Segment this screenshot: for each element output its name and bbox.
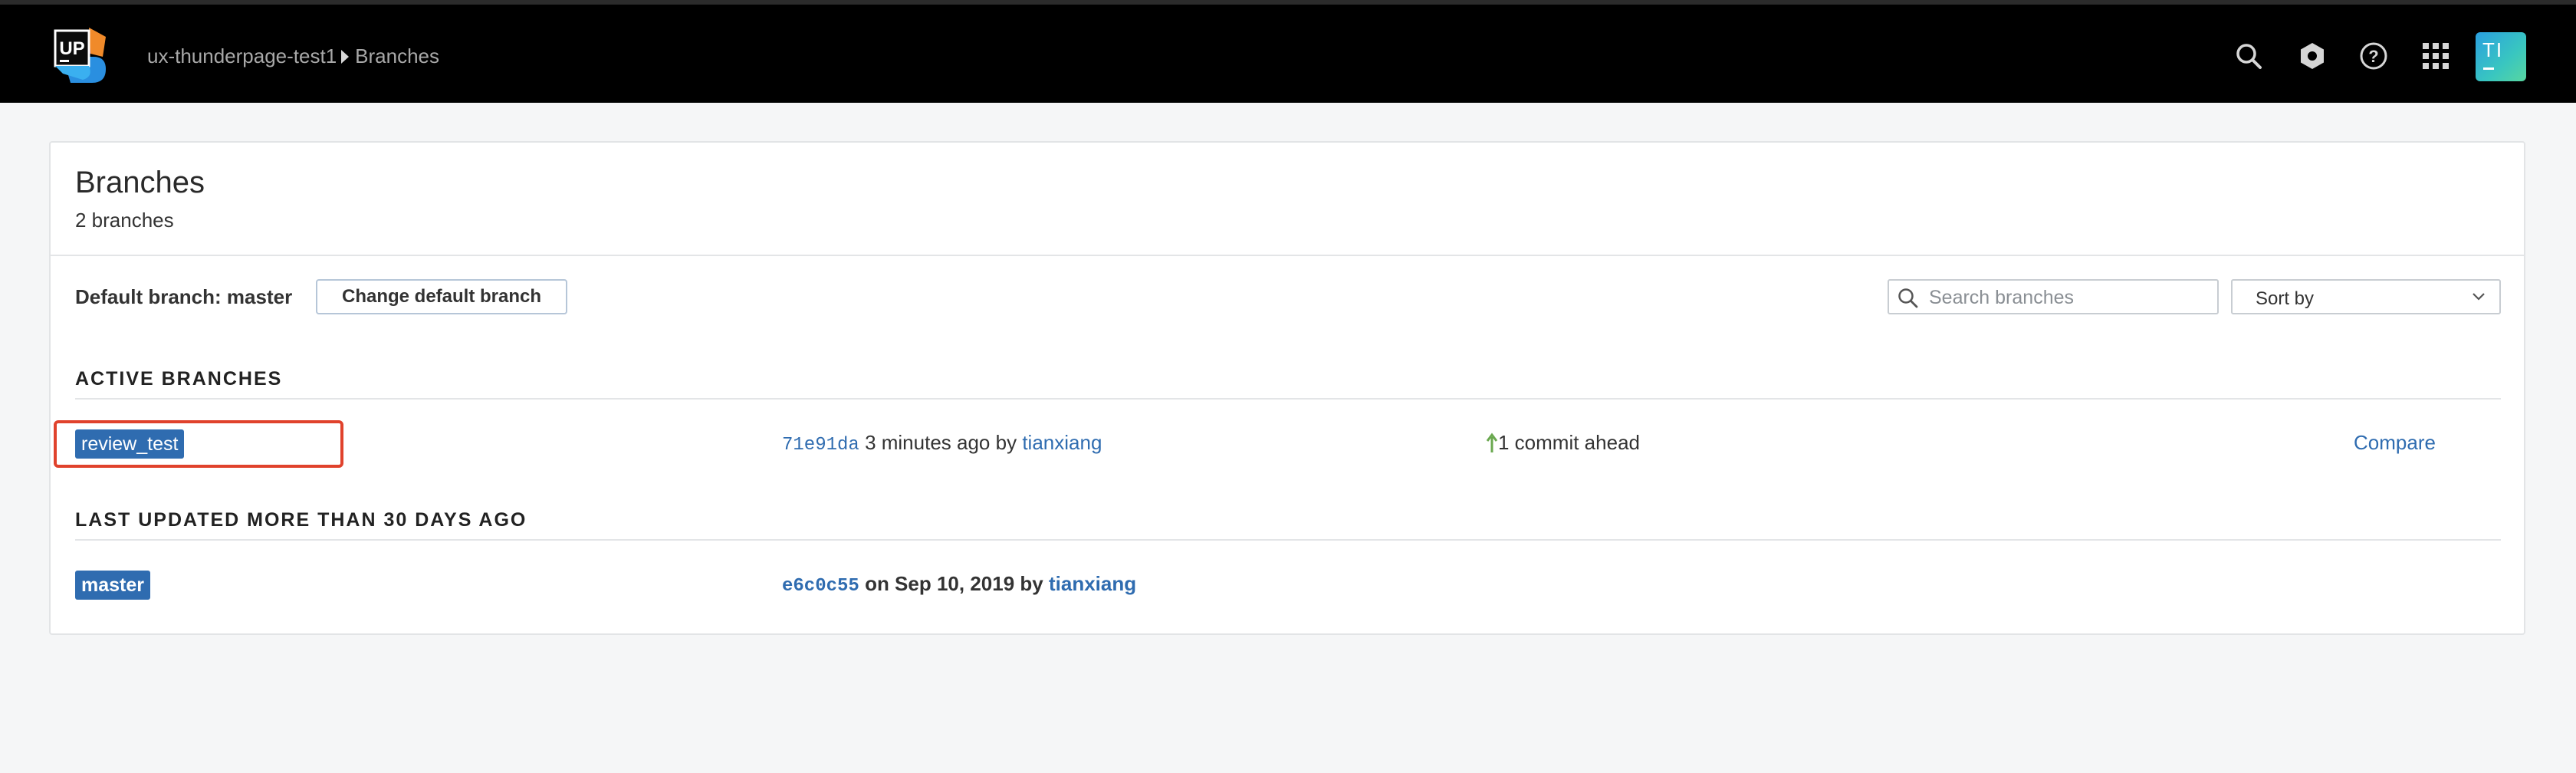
apps-grid-icon[interactable] [2418, 38, 2453, 74]
gear-icon[interactable] [2295, 38, 2330, 74]
sort-by-dropdown[interactable]: Sort by [2231, 279, 2501, 314]
chevron-down-icon [2472, 293, 2485, 301]
branch-count: 2 branches [75, 209, 174, 232]
default-branch-label: Default branch: master [75, 285, 293, 308]
commits-ahead-text: 1 commit ahead [1498, 431, 1640, 454]
help-icon[interactable]: ? [2356, 38, 2391, 74]
commit-info: e6c0c55 on Sep 10, 2019 by tianxiang [782, 572, 1136, 597]
avatar-initials: TI [2482, 38, 2504, 61]
section-heading-active: ACTIVE BRANCHES [75, 368, 2501, 400]
commits-ahead: 1 commit ahead [1486, 431, 1640, 455]
compare-link[interactable]: Compare [2354, 431, 2436, 455]
branches-card: Branches 2 branches Default branch: mast… [49, 141, 2525, 635]
chevron-right-icon [341, 49, 350, 64]
svg-text:UP: UP [59, 38, 84, 59]
top-navigation-bar: UP ux-thunderpage-test1 Branches ? TI [0, 0, 2576, 103]
search-icon[interactable] [2231, 38, 2266, 74]
commit-author-link[interactable]: tianxiang [1049, 572, 1136, 595]
user-avatar[interactable]: TI [2476, 32, 2526, 81]
commit-author-link[interactable]: tianxiang [1022, 431, 1102, 454]
breadcrumb-current: Branches [355, 44, 440, 67]
branch-name-tag[interactable]: master [75, 571, 150, 600]
commit-by: by [995, 431, 1017, 454]
commit-sha-link[interactable]: e6c0c55 [782, 576, 859, 597]
commit-info: 71e91da 3 minutes ago by tianxiang [782, 431, 1102, 456]
section-heading-stale: LAST UPDATED MORE THAN 30 DAYS AGO [75, 509, 2501, 541]
commit-by: by [1020, 572, 1043, 595]
search-branches-field[interactable] [1888, 279, 2219, 314]
card-header: Branches 2 branches [51, 143, 2524, 256]
search-icon [1898, 288, 1918, 308]
avatar-underline [2483, 67, 2494, 70]
search-branches-input[interactable] [1927, 284, 2214, 311]
svg-text:?: ? [2368, 47, 2378, 66]
arrow-up-icon [1486, 433, 1498, 452]
sort-by-label: Sort by [2256, 288, 2315, 309]
breadcrumb-repo[interactable]: ux-thunderpage-test1 [147, 44, 337, 68]
page-title: Branches [75, 166, 205, 199]
commit-time: on Sep 10, 2019 [865, 572, 1015, 595]
commit-time: 3 minutes ago [865, 431, 991, 454]
change-default-branch-button[interactable]: Change default branch [316, 279, 567, 314]
app-logo[interactable]: UP [48, 23, 112, 87]
breadcrumb: ux-thunderpage-test1 Branches [147, 44, 439, 68]
commit-sha-link[interactable]: 71e91da [782, 435, 859, 456]
branch-name-tag[interactable]: review_test [75, 429, 185, 459]
